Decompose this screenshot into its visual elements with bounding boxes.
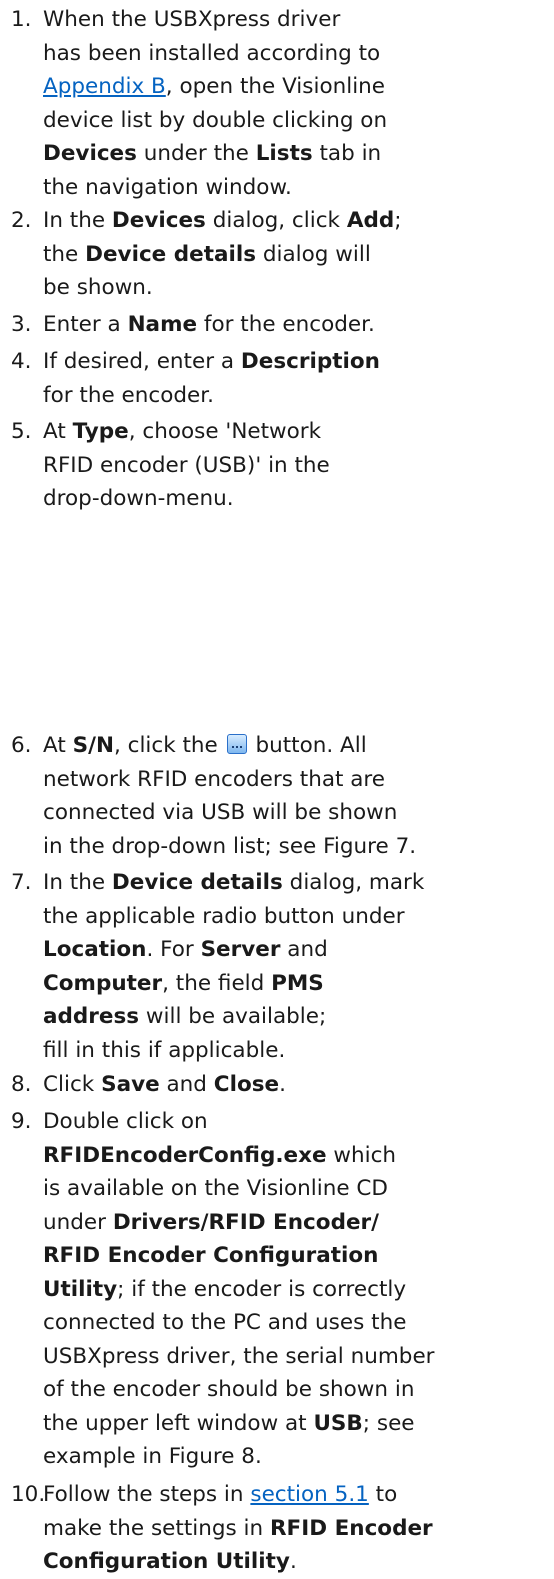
step-text-line: Enter a Name for the encoder. — [43, 312, 375, 337]
step-text-line: Computer, the field PMS — [43, 970, 324, 996]
step-text-line: In the Device details dialog, mark — [43, 870, 425, 895]
step-text-line: under Drivers/RFID Encoder/ — [43, 1209, 379, 1235]
step-text-line: make the settings in RFID Encoder — [43, 1515, 433, 1541]
step-2: 2. In the Devices dialog, click Add; the… — [0, 204, 554, 305]
step-text-line: Follow the steps in section 5.1 to — [43, 1482, 398, 1507]
step-text-line: the navigation window. — [43, 174, 292, 200]
step-text-line: USBXpress driver, the serial number — [43, 1343, 435, 1369]
step-text-line: If desired, enter a Description — [43, 349, 380, 374]
step-number: 5. — [11, 419, 32, 444]
step-text-line: example in Figure 8. — [43, 1444, 262, 1469]
step-number: 9. — [11, 1109, 32, 1134]
step-text-line: Click Save and Close. — [43, 1072, 286, 1097]
step-text-line: In the Devices dialog, click Add; — [43, 208, 402, 233]
step-text-line: has been installed according to — [43, 40, 381, 66]
step-number: 6. — [11, 733, 32, 758]
step-number: 10. — [11, 1482, 46, 1507]
step-1: 1. When the USBXpress driver has been in… — [0, 3, 554, 204]
step-number: 4. — [11, 349, 32, 374]
step-text-line: the applicable radio button under — [43, 903, 405, 929]
step-text-line: Configuration Utility. — [43, 1549, 297, 1574]
appendix-b-link[interactable]: Appendix B — [43, 74, 166, 99]
step-4: 4. If desired, enter a Description for t… — [0, 345, 554, 412]
step-8: 8. Click Save and Close. — [0, 1068, 554, 1102]
step-text-line: RFID encoder (USB)' in the — [43, 452, 330, 478]
step-10: 10. Follow the steps in section 5.1 to m… — [0, 1478, 554, 1579]
step-text-line: Utility; if the encoder is correctly — [43, 1276, 407, 1302]
step-text-line: When the USBXpress driver — [43, 7, 341, 32]
step-7: 7. In the Device details dialog, mark th… — [0, 866, 554, 1067]
step-text-line: in the drop-down list; see Figure 7. — [43, 833, 417, 859]
step-text-line: drop-down-menu. — [43, 486, 234, 511]
ellipsis-button-icon — [226, 734, 247, 754]
step-text-line: connected via USB will be shown — [43, 800, 398, 825]
step-text-line: RFID Encoder Configuration — [43, 1243, 379, 1268]
step-number: 1. — [11, 7, 32, 32]
step-number: 7. — [11, 870, 32, 895]
step-number: 2. — [11, 208, 32, 233]
step-text-line: Location. For Server and — [43, 937, 328, 962]
step-text-line: of the encoder should be shown in — [43, 1377, 415, 1402]
step-text-line: the upper left window at USB; see — [43, 1410, 415, 1436]
step-text-line: Devices under the Lists tab in — [43, 141, 382, 166]
step-text-line: is available on the Visionline CD — [43, 1176, 388, 1201]
step-text-line: RFIDEncoderConfig.exe which — [43, 1142, 397, 1168]
step-number: 3. — [11, 312, 32, 337]
step-text-line: be shown. — [43, 275, 153, 300]
step-9: 9. Double click on RFIDEncoderConfig.exe… — [0, 1105, 554, 1474]
step-number: 8. — [11, 1072, 32, 1097]
step-text-line: connected to the PC and uses the — [43, 1310, 407, 1335]
section-5-1-link[interactable]: section 5.1 — [250, 1482, 368, 1507]
step-5: 5. At Type, choose 'Network RFID encoder… — [0, 415, 554, 516]
step-text-line: Appendix B, open the Visionline — [43, 74, 386, 99]
step-6: 6. At S/N, click the button. All network… — [0, 729, 554, 863]
step-text-line: network RFID encoders that are — [43, 766, 386, 792]
step-text-line: Double click on — [43, 1109, 208, 1134]
step-text-line: device list by double clicking on — [43, 107, 388, 133]
step-text-line: the Device details dialog will — [43, 241, 371, 267]
step-text-line: for the encoder. — [43, 382, 214, 408]
step-text-line: address will be available; — [43, 1004, 327, 1029]
step-text-line: fill in this if applicable. — [43, 1037, 286, 1063]
step-3: 3. Enter a Name for the encoder. — [0, 308, 554, 342]
step-text-line: At Type, choose 'Network — [43, 419, 322, 444]
step-text-line: At S/N, click the button. All — [43, 733, 367, 758]
